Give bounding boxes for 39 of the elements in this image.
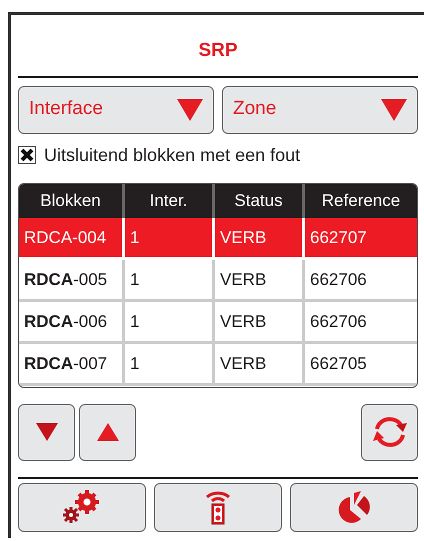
dropdown[interactable]: Interface [18, 86, 214, 134]
table-cell[interactable]: 1 [125, 302, 215, 344]
checkbox[interactable] [18, 146, 36, 164]
dropdown[interactable]: Zone [222, 86, 418, 134]
column-header: Reference [305, 184, 417, 218]
up-button[interactable] [79, 404, 136, 460]
settings-button[interactable] [18, 482, 146, 532]
remote-button[interactable] [154, 482, 282, 532]
refresh-button[interactable] [361, 404, 418, 460]
up-triangle-icon [96, 423, 118, 441]
remote-control-icon [205, 489, 231, 525]
table-cell[interactable]: 662706 [305, 302, 417, 344]
column-header: Status [215, 184, 305, 218]
column-header: Blokken [19, 184, 125, 218]
table-cell[interactable]: 1 [125, 344, 215, 386]
dropdown-arrow-icon [381, 98, 407, 120]
gears-icon [62, 490, 102, 524]
table-cell[interactable]: VERB [215, 344, 305, 386]
table-cell[interactable]: RDCA-007 [19, 344, 125, 386]
table-cell[interactable]: 1 [125, 218, 215, 260]
screen-title: SRP [197, 39, 239, 63]
pie-chart-icon [337, 491, 371, 523]
table-cell[interactable]: 1 [125, 260, 215, 302]
checkbox-label: Uitsluitend blokken met een fout [44, 144, 300, 166]
down-triangle-icon [36, 423, 58, 441]
table-cell[interactable]: RDCA-004 [19, 218, 125, 260]
column-header: Inter. [125, 184, 215, 218]
statistics-button[interactable] [290, 482, 418, 532]
dropdown-arrow-icon [177, 98, 203, 120]
table-cell[interactable]: 662706 [305, 260, 417, 302]
table-cell[interactable]: VERB [215, 218, 305, 260]
table-cell[interactable]: VERB [215, 260, 305, 302]
table-cell[interactable]: VERB [215, 302, 305, 344]
table-cell[interactable]: 662707 [305, 218, 417, 260]
table-cell[interactable]: RDCA-005 [19, 260, 125, 302]
down-button[interactable] [18, 404, 75, 460]
refresh-icon [372, 415, 408, 449]
table-cell[interactable]: RDCA-006 [19, 302, 125, 344]
table-cell[interactable]: 662705 [305, 344, 417, 386]
